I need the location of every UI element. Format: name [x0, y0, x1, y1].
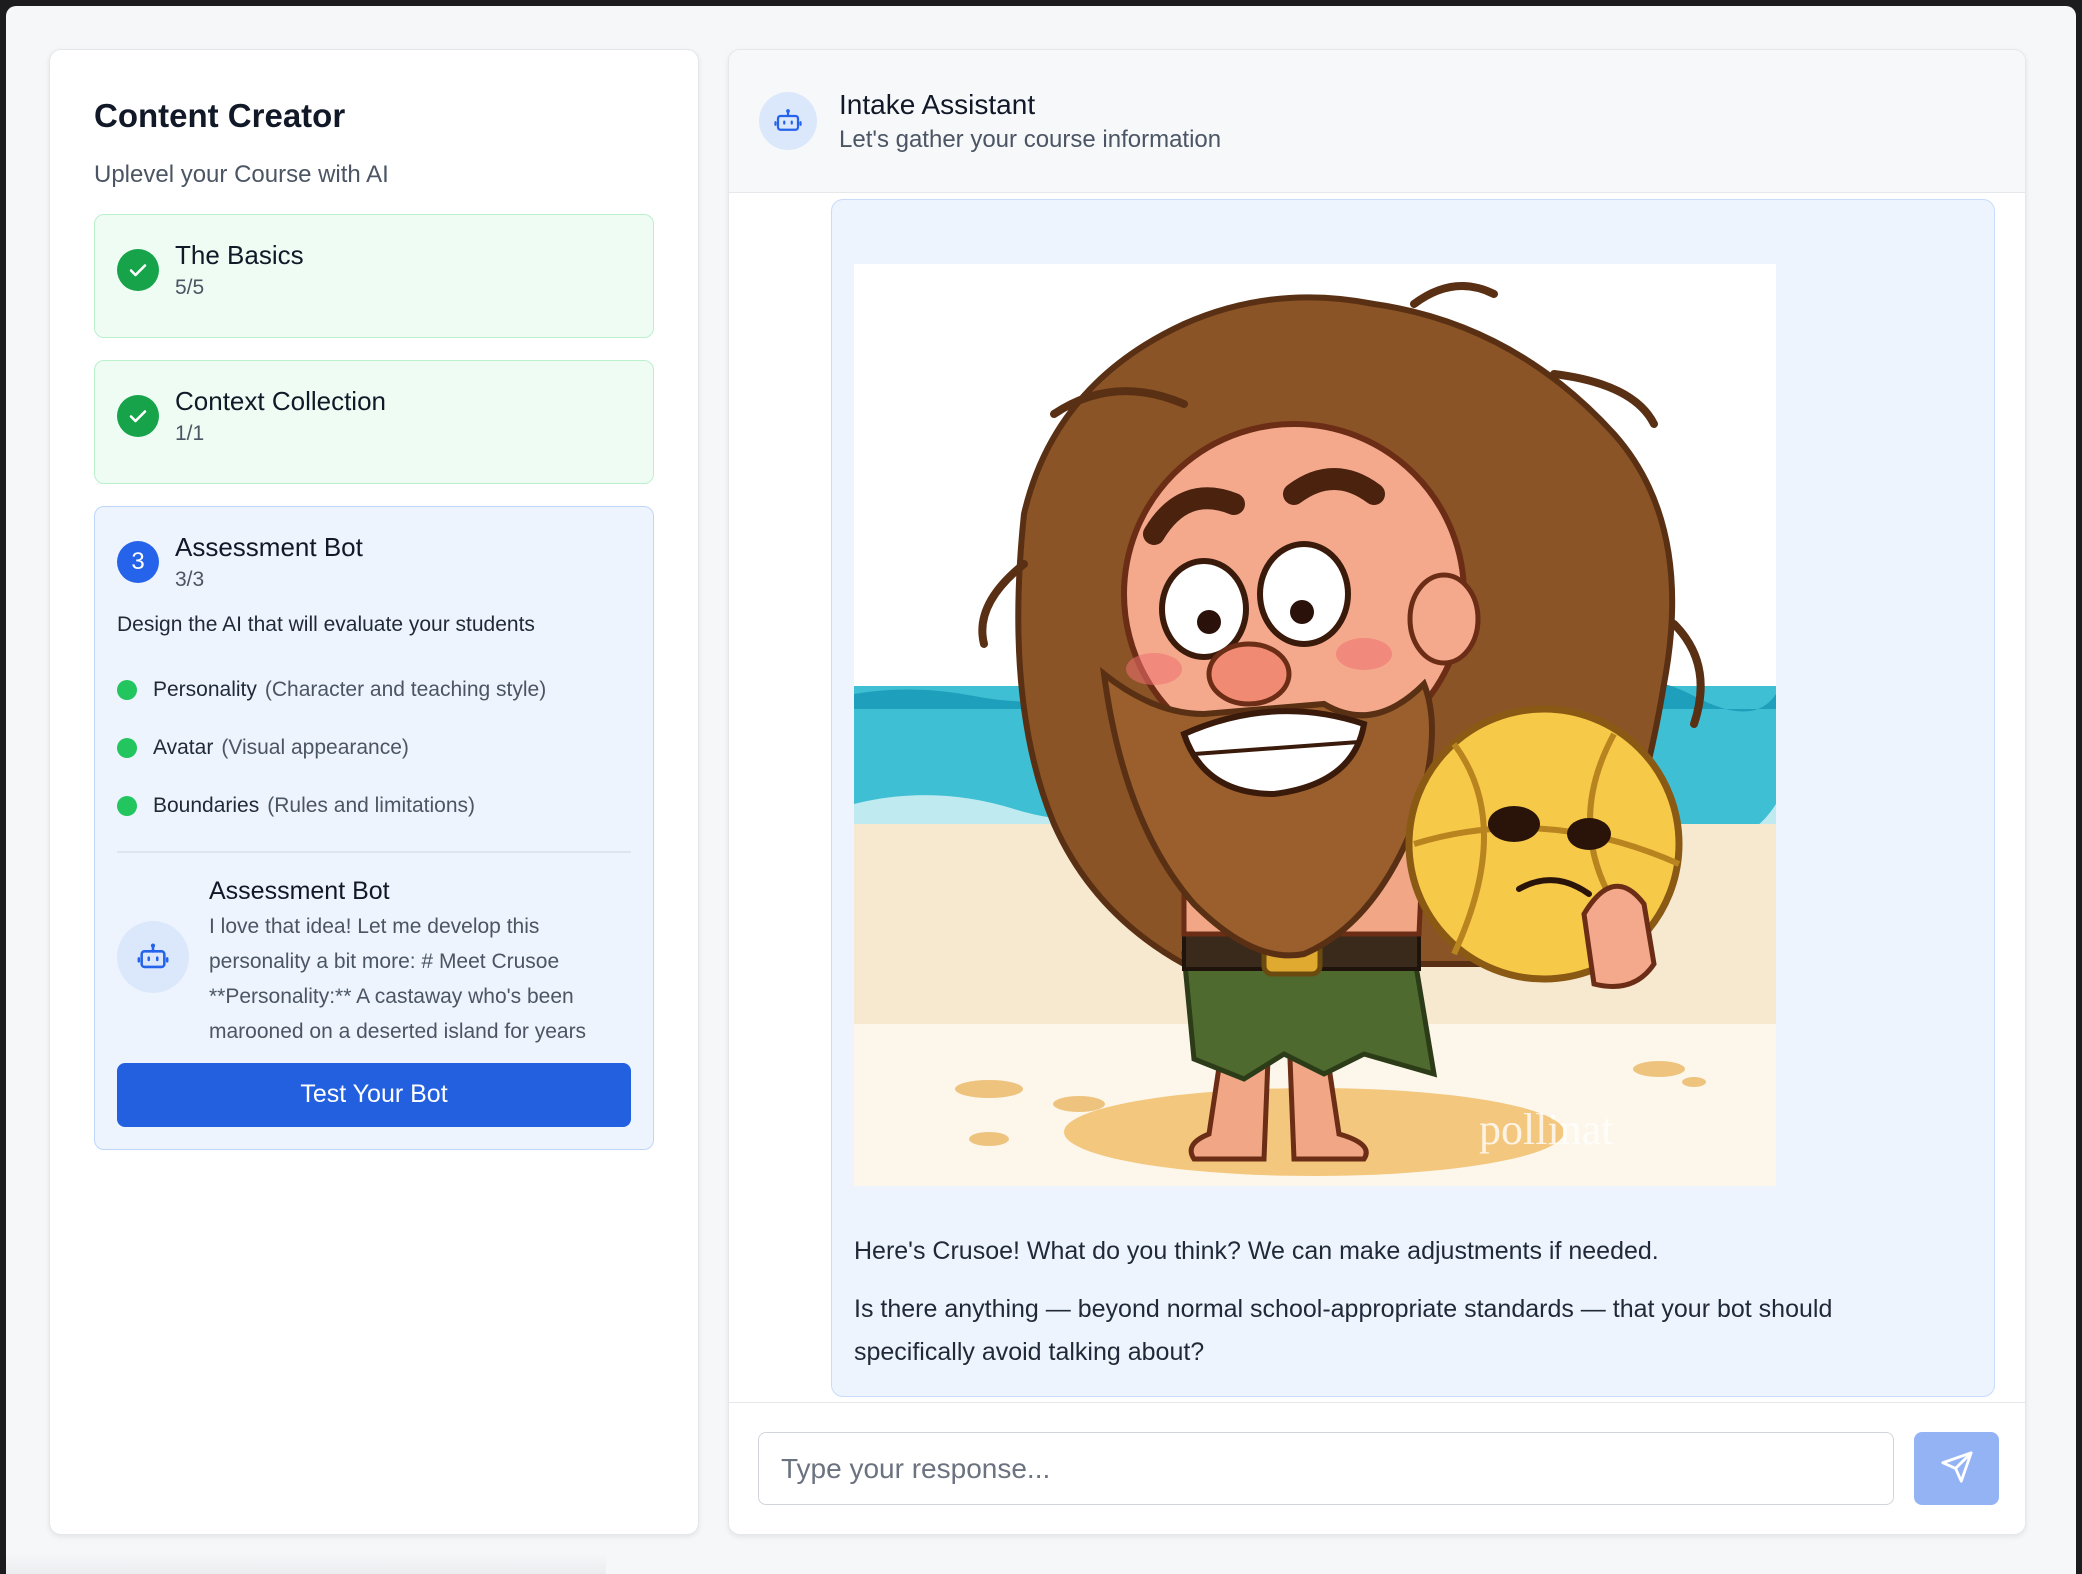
chat-subtitle: Let's gather your course information: [839, 126, 1222, 153]
chat-panel: Intake Assistant Let's gather your cours…: [728, 49, 2026, 1535]
substep-name: Boundaries: [153, 794, 260, 817]
bot-preview-name: Assessment Bot: [209, 876, 390, 905]
assistant-message: pollinat Here's Crusoe! What do you thin…: [831, 199, 1995, 1397]
send-button[interactable]: [1914, 1432, 1999, 1505]
check-icon: [117, 395, 159, 437]
crusoe-avatar-image: pollinat: [854, 264, 1776, 1186]
substep-hint: (Rules and limitations): [267, 794, 475, 817]
chat-header: Intake Assistant Let's gather your cours…: [729, 50, 2025, 193]
step-number-badge: 3: [117, 541, 159, 583]
substep-avatar: Avatar (Visual appearance): [117, 719, 631, 777]
step-card-context-collection[interactable]: Context Collection 1/1: [94, 360, 654, 484]
chat-title: Intake Assistant: [839, 89, 1036, 120]
status-dot: [117, 680, 137, 700]
status-dot: [117, 796, 137, 816]
substep-name: Personality: [153, 678, 257, 701]
bot-preview: Assessment Bot I love that idea! Let me …: [117, 875, 631, 1049]
check-icon: [117, 249, 159, 291]
sidebar-title: Content Creator: [94, 97, 346, 134]
test-your-bot-button[interactable]: Test Your Bot: [117, 1062, 631, 1127]
divider: [117, 851, 631, 853]
message-text: Here's Crusoe! What do you think? We can…: [854, 1230, 1954, 1374]
substep-personality: Personality (Character and teaching styl…: [117, 661, 631, 719]
step-count: 5/5: [175, 276, 205, 299]
message-paragraph: Here's Crusoe! What do you think? We can…: [854, 1237, 1659, 1265]
step-card-the-basics[interactable]: The Basics 5/5: [94, 214, 654, 338]
progress-sidebar: Content Creator Uplevel your Course with…: [49, 49, 699, 1535]
substep-hint: (Visual appearance): [221, 736, 409, 759]
message-list[interactable]: pollinat Here's Crusoe! What do you thin…: [729, 195, 2025, 1450]
response-input[interactable]: [758, 1432, 1894, 1505]
sidebar-subtitle: Uplevel your Course with AI: [94, 161, 389, 188]
robot-icon: [759, 92, 817, 150]
image-watermark: pollinat: [1479, 1105, 1613, 1154]
bot-preview-message: I love that idea! Let me develop this pe…: [209, 914, 587, 1043]
send-icon: [1940, 1450, 1974, 1487]
step-name: Context Collection: [175, 386, 386, 416]
substep-name: Avatar: [153, 736, 214, 759]
window-edge: [6, 1554, 606, 1574]
step-count: 1/1: [175, 422, 205, 445]
message-paragraph: Is there anything — beyond normal school…: [854, 1295, 1833, 1366]
step-name: The Basics: [175, 240, 304, 270]
status-dot: [117, 738, 137, 758]
step-count: 3/3: [175, 568, 205, 591]
substep-boundaries: Boundaries (Rules and limitations): [117, 777, 631, 835]
step-card-assessment-bot[interactable]: 3 Assessment Bot 3/3 Design the AI that …: [94, 506, 654, 1150]
step-description: Design the AI that will evaluate your st…: [117, 613, 535, 636]
substep-hint: (Character and teaching style): [264, 678, 547, 701]
substep-list: Personality (Character and teaching styl…: [117, 661, 631, 835]
robot-icon: [117, 920, 189, 993]
step-name: Assessment Bot: [175, 532, 363, 562]
composer: [729, 1402, 2025, 1534]
app-viewport: Content Creator Uplevel your Course with…: [6, 6, 2076, 1574]
